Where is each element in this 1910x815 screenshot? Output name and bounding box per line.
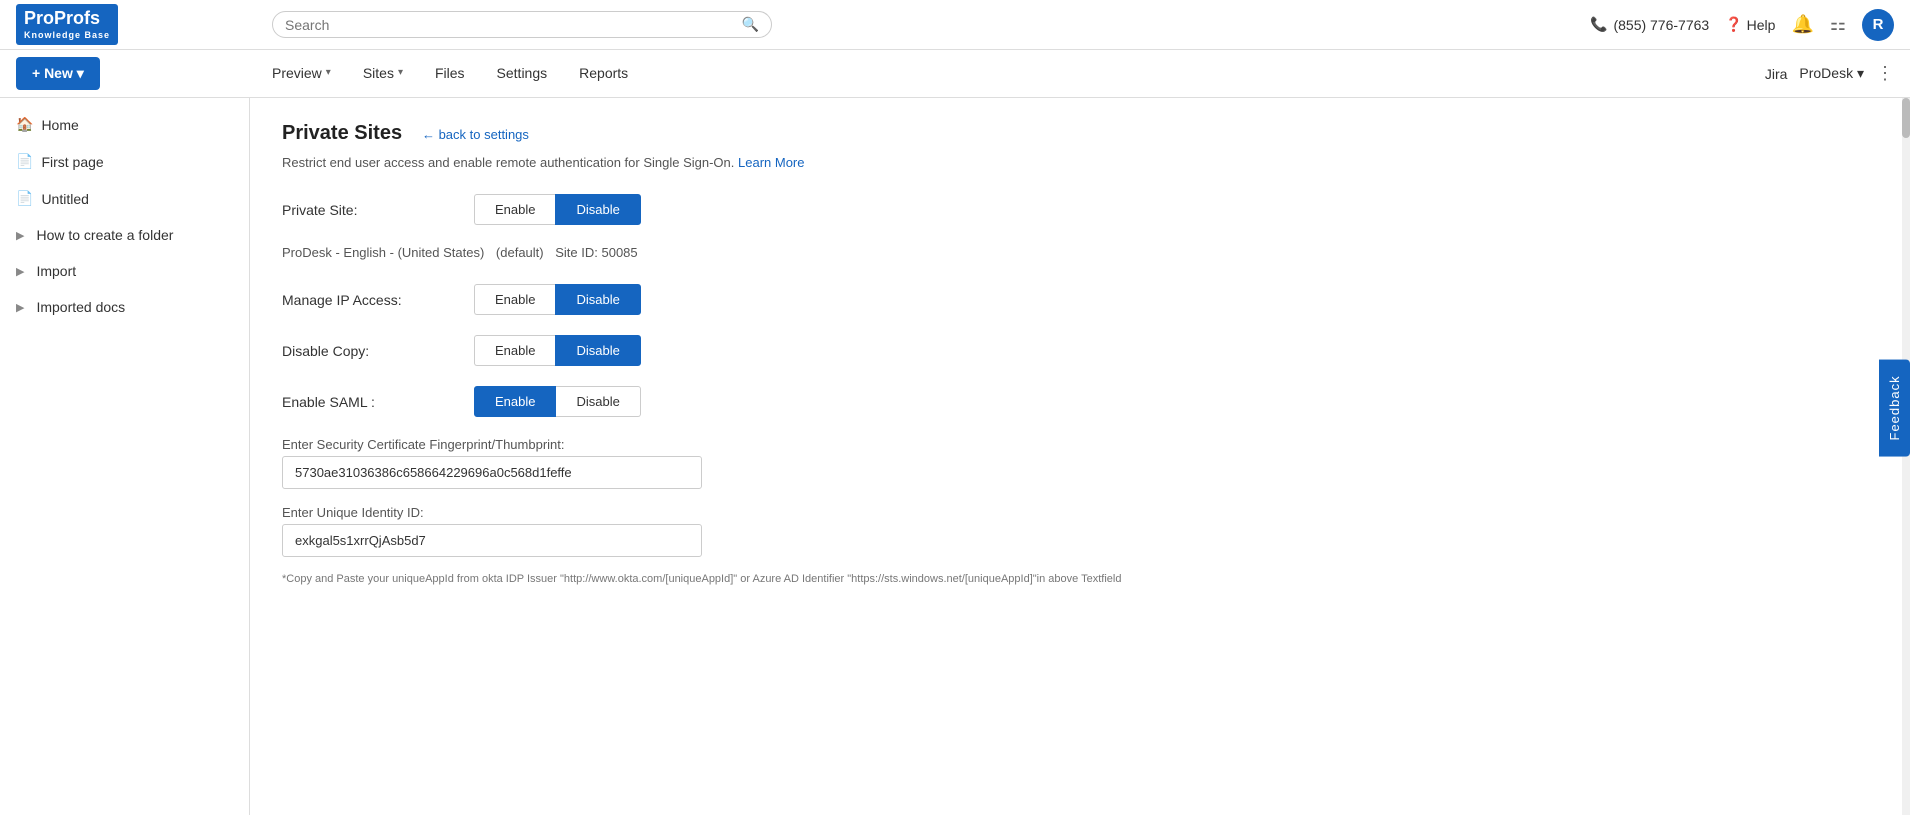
fingerprint-input[interactable] (282, 456, 702, 489)
private-site-row: Private Site: Enable Disable (282, 194, 1870, 225)
site-name: ProDesk - English - (United States) (282, 245, 484, 260)
nav-bar: + New ▾ Preview ▾ Sites ▾ Files Settings… (0, 50, 1910, 98)
new-button[interactable]: + New ▾ (16, 57, 100, 90)
scrollbar-thumb[interactable] (1902, 98, 1910, 138)
page-description: Restrict end user access and enable remo… (282, 155, 1870, 170)
nav-files[interactable]: Files (419, 53, 481, 95)
sidebar-item-how-to-create[interactable]: ▶ How to create a folder (0, 217, 249, 253)
chevron-right-icon-import: ▶ (16, 265, 24, 278)
preview-chevron: ▾ (326, 67, 331, 78)
nav-settings[interactable]: Settings (481, 53, 564, 95)
nav-sites[interactable]: Sites ▾ (347, 53, 419, 95)
saml-enable-button[interactable]: Enable (474, 386, 556, 417)
fingerprint-label: Enter Security Certificate Fingerprint/T… (282, 437, 1870, 452)
page-icon-first: 📄 (16, 153, 33, 170)
sidebar-label-untitled: Untitled (41, 191, 88, 207)
logo: ProProfs Knowledge Base (16, 4, 256, 44)
manage-ip-enable-button[interactable]: Enable (474, 284, 555, 315)
disable-copy-toggle: Enable Disable (474, 335, 641, 366)
more-options-icon[interactable]: ⋮ (1876, 63, 1894, 84)
page-icon-untitled: 📄 (16, 190, 33, 207)
site-info: ProDesk - English - (United States) (def… (282, 245, 1870, 260)
feedback-tab[interactable]: Feedback (1879, 359, 1910, 456)
disable-copy-row: Disable Copy: Enable Disable (282, 335, 1870, 366)
sidebar-label-home: Home (41, 117, 78, 133)
manage-ip-row: Manage IP Access: Enable Disable (282, 284, 1870, 315)
manage-ip-disable-button[interactable]: Disable (555, 284, 640, 315)
saml-label: Enable SAML : (282, 394, 462, 410)
manage-ip-toggle: Enable Disable (474, 284, 641, 315)
home-icon: 🏠 (16, 116, 33, 133)
help-text: Help (1747, 17, 1776, 33)
jira-link[interactable]: Jira (1765, 66, 1788, 82)
identity-id-input[interactable] (282, 524, 702, 557)
search-icon: 🔍 (742, 16, 759, 33)
sidebar-label-how-to-create: How to create a folder (36, 227, 173, 243)
manage-ip-label: Manage IP Access: (282, 292, 462, 308)
nav-reports[interactable]: Reports (563, 53, 644, 95)
sidebar-item-imported-docs[interactable]: ▶ Imported docs (0, 289, 249, 325)
nav-preview[interactable]: Preview ▾ (256, 53, 347, 95)
phone-number: (855) 776-7763 (1613, 17, 1709, 33)
avatar[interactable]: R (1862, 9, 1894, 41)
page-title: Private Sites (282, 122, 402, 145)
notifications-icon[interactable]: 🔔 (1791, 14, 1813, 35)
private-site-toggle: Enable Disable (474, 194, 641, 225)
disable-copy-disable-button[interactable]: Disable (555, 335, 640, 366)
new-button-area: + New ▾ (16, 57, 256, 90)
site-default-badge: (default) (496, 245, 544, 260)
search-input[interactable] (285, 17, 738, 33)
nav-center: Preview ▾ Sites ▾ Files Settings Reports (256, 53, 1765, 95)
disable-copy-enable-button[interactable]: Enable (474, 335, 555, 366)
logo-subtitle: Knowledge Base (24, 30, 110, 41)
chevron-right-icon-imported: ▶ (16, 301, 24, 314)
nav-right: Jira ProDesk ▾ ⋮ (1765, 63, 1894, 84)
content-area: Private Sites ← back to settings Restric… (250, 98, 1902, 815)
apps-grid-icon[interactable]: ⚏ (1830, 14, 1846, 35)
sidebar-item-first-page[interactable]: 📄 First page (0, 143, 249, 180)
sidebar-item-import[interactable]: ▶ Import (0, 253, 249, 289)
saml-form-section: Enter Security Certificate Fingerprint/T… (282, 437, 1870, 585)
private-site-disable-button[interactable]: Disable (555, 194, 640, 225)
saml-toggle: Enable Disable (474, 386, 641, 417)
prodesk-link[interactable]: ProDesk ▾ (1799, 65, 1864, 82)
sidebar: 🏠 Home 📄 First page 📄 Untitled ▶ How to … (0, 98, 250, 815)
fingerprint-row: Enter Security Certificate Fingerprint/T… (282, 437, 1870, 489)
disable-copy-label: Disable Copy: (282, 343, 462, 359)
sidebar-item-untitled[interactable]: 📄 Untitled (0, 180, 249, 217)
saml-note: *Copy and Paste your uniqueAppId from ok… (282, 573, 1870, 585)
chevron-right-icon-folder: ▶ (16, 229, 24, 242)
search-bar[interactable]: 🔍 (272, 11, 772, 38)
site-id: Site ID: 50085 (555, 245, 637, 260)
sidebar-item-home[interactable]: 🏠 Home (0, 106, 249, 143)
private-site-enable-button[interactable]: Enable (474, 194, 555, 225)
saml-disable-button[interactable]: Disable (556, 386, 640, 417)
page-header: Private Sites ← back to settings (282, 122, 1870, 149)
help-button[interactable]: ❓ Help (1725, 16, 1775, 33)
identity-id-row: Enter Unique Identity ID: (282, 505, 1870, 557)
sites-chevron: ▾ (398, 67, 403, 78)
back-to-settings-link[interactable]: ← back to settings (422, 127, 529, 142)
top-right-controls: 📞 (855) 776-7763 ❓ Help 🔔 ⚏ R (1590, 9, 1894, 41)
private-site-label: Private Site: (282, 202, 462, 218)
sidebar-label-first-page: First page (41, 154, 103, 170)
phone-label: 📞 (855) 776-7763 (1590, 16, 1709, 33)
sidebar-label-import: Import (36, 263, 76, 279)
phone-icon: 📞 (1590, 16, 1607, 33)
learn-more-link[interactable]: Learn More (738, 155, 804, 170)
logo-proprofs: ProProfs (24, 8, 110, 30)
identity-id-label: Enter Unique Identity ID: (282, 505, 1870, 520)
saml-row: Enable SAML : Enable Disable (282, 386, 1870, 417)
sidebar-label-imported-docs: Imported docs (36, 299, 125, 315)
help-icon: ❓ (1725, 16, 1742, 33)
